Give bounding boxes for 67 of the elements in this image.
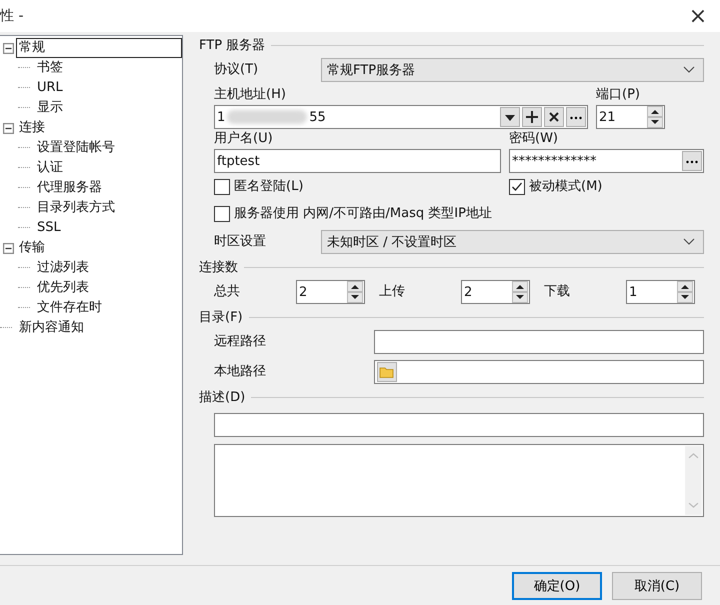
- scrollbar[interactable]: [685, 446, 702, 515]
- description-field[interactable]: [214, 413, 704, 437]
- dropdown[interactable]: 未知时区 / 不设置时区: [321, 230, 704, 254]
- checkbox[interactable]: [509, 178, 525, 194]
- chevron-down-icon[interactable]: [683, 238, 695, 246]
- spin-box[interactable]: 2: [461, 280, 530, 304]
- chevron-down-icon[interactable]: [683, 66, 695, 74]
- section-title: 描述(D): [199, 389, 246, 406]
- tree-item[interactable]: 新内容通知: [16, 318, 87, 338]
- tree-item[interactable]: 设置登陆帐号: [34, 138, 118, 158]
- description-textarea[interactable]: [214, 444, 704, 517]
- field-label: 匿名登陆(L): [234, 178, 304, 196]
- section-title: 连接数: [199, 259, 238, 276]
- tree-item[interactable]: 连接: [16, 118, 48, 138]
- spinner-arrows-icon[interactable]: [347, 281, 363, 303]
- field-label: 服务器使用 内网/不可路由/Masq 类型IP地址: [234, 204, 492, 222]
- dialog-button[interactable]: 取消(C): [612, 572, 702, 600]
- password-field[interactable]: *************: [509, 149, 704, 173]
- tree-item[interactable]: 过滤列表: [34, 258, 92, 278]
- tree-item[interactable]: 认证: [34, 158, 66, 178]
- host-field[interactable]: 1 55: [214, 105, 588, 129]
- field-label: 用户名(U): [214, 130, 274, 148]
- tree-item[interactable]: 传输: [16, 238, 48, 258]
- section-title: 目录(F): [199, 309, 243, 326]
- tree-item[interactable]: URL: [34, 78, 66, 98]
- field-label: 总共: [214, 283, 241, 301]
- tree-item[interactable]: 目录列表方式: [34, 198, 118, 218]
- tree-item[interactable]: 代理服务器: [34, 178, 105, 198]
- dialog-button[interactable]: 确定(O): [512, 572, 602, 600]
- close-icon[interactable]: [544, 107, 564, 127]
- close-button[interactable]: ×: [676, 0, 720, 32]
- more-icon[interactable]: [682, 151, 702, 171]
- tree-item[interactable]: 常规: [16, 38, 182, 58]
- collapse-icon[interactable]: [2, 242, 14, 254]
- collapse-icon[interactable]: [2, 42, 14, 54]
- field-label: 被动模式(M): [529, 178, 602, 196]
- tree-item[interactable]: 优先列表: [34, 278, 92, 298]
- checkbox[interactable]: [214, 178, 230, 194]
- collapse-icon[interactable]: [2, 122, 14, 134]
- field-label: 下载: [544, 283, 571, 301]
- username-field[interactable]: ftptest: [214, 149, 501, 173]
- tree-item[interactable]: 书签: [34, 58, 66, 78]
- field-label: 协议(T): [214, 61, 260, 79]
- window-title: 性 -: [0, 7, 24, 25]
- tree-item[interactable]: 文件存在时: [34, 298, 105, 318]
- field-label: 时区设置: [214, 233, 267, 251]
- spinner-arrows-icon[interactable]: [647, 106, 663, 128]
- field-label: 上传: [379, 283, 406, 301]
- checkbox[interactable]: [214, 206, 230, 222]
- section-title: FTP 服务器: [199, 37, 266, 54]
- remote-path-field[interactable]: [374, 330, 704, 354]
- dropdown[interactable]: 常规FTP服务器: [321, 58, 704, 82]
- add-icon[interactable]: [522, 107, 542, 127]
- spinner-arrows-icon[interactable]: [677, 281, 693, 303]
- field-label: 密码(W): [509, 130, 559, 148]
- field-label: 远程路径: [214, 333, 267, 351]
- spin-box[interactable]: 1: [626, 280, 695, 304]
- tree-item[interactable]: SSL: [34, 218, 64, 238]
- tree-item[interactable]: 显示: [34, 98, 66, 118]
- field-label: 主机地址(H): [214, 86, 287, 104]
- field-label: 本地路径: [214, 363, 267, 381]
- port-field[interactable]: 21: [596, 105, 665, 129]
- spinner-arrows-icon[interactable]: [512, 281, 528, 303]
- local-path-field[interactable]: [374, 360, 704, 384]
- more-icon[interactable]: [566, 107, 586, 127]
- field-label: 端口(P): [596, 86, 641, 104]
- spin-box[interactable]: 2: [296, 280, 365, 304]
